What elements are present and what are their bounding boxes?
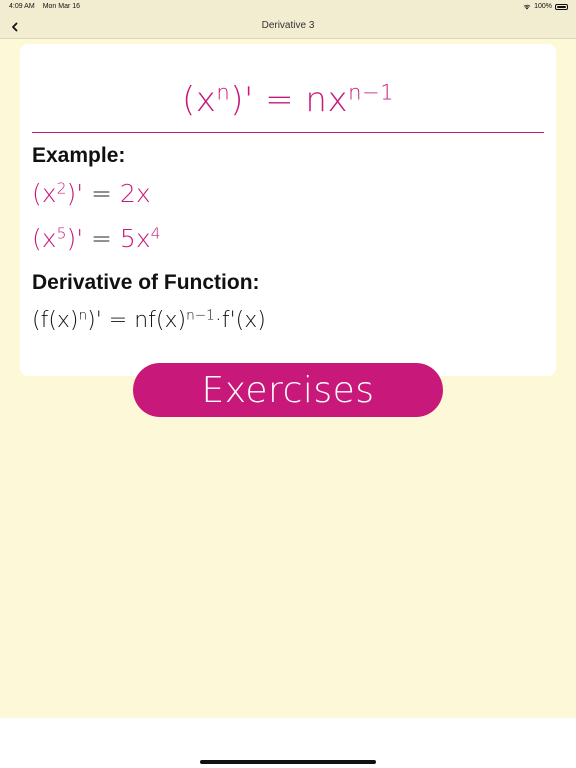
- home-indicator[interactable]: [200, 760, 376, 764]
- function-part-1: (f(x): [32, 308, 79, 333]
- example-lhs-close: )': [66, 224, 84, 253]
- formula-exponent: n: [216, 79, 231, 105]
- function-heading: Derivative of Function:: [32, 271, 260, 294]
- function-exponent-1: n: [78, 307, 88, 324]
- example-lhs-close: )': [66, 179, 84, 208]
- navigation-bar: Derivative 3: [0, 16, 576, 39]
- exercises-button[interactable]: Exercises: [133, 363, 443, 417]
- example-equals: =: [83, 179, 120, 208]
- divider: [32, 132, 544, 133]
- formula-base: (x: [181, 80, 217, 120]
- example-lhs-exponent: 5: [56, 224, 67, 243]
- example-rhs-exponent: 4: [150, 224, 161, 243]
- example-lhs-exponent: 2: [56, 179, 67, 198]
- example-heading: Example:: [32, 144, 126, 167]
- bottom-area: [0, 718, 576, 768]
- example-line: (x5)' = 5x4: [32, 224, 161, 253]
- status-time: 4:09 AM: [9, 3, 35, 10]
- wifi-icon: [523, 4, 531, 9]
- battery-percent: 100%: [534, 3, 552, 10]
- power-rule-formula: (xn)' = nxn−1: [20, 80, 556, 120]
- example-rhs: 2x: [119, 179, 151, 208]
- main-content: (xn)' = nxn−1 Example: (x2)' = 2x (x5)' …: [0, 39, 576, 718]
- function-part-3: ·f'(x): [214, 308, 266, 333]
- page-title: Derivative 3: [261, 20, 315, 31]
- function-exponent-2: n−1: [186, 307, 215, 324]
- chain-rule-formula: (f(x)n)' = nf(x)n−1·f'(x): [32, 308, 266, 333]
- example-lhs-open: (x: [32, 224, 57, 253]
- status-bar: 4:09 AM Mon Mar 16 100%: [0, 0, 576, 16]
- example-rhs: 5x: [119, 224, 151, 253]
- formula-result: = nx: [253, 80, 349, 120]
- battery-fill: [557, 5, 566, 8]
- example-equals: =: [83, 224, 120, 253]
- formula-result-exponent: n−1: [348, 79, 395, 105]
- formula-close: )': [230, 80, 254, 120]
- battery-icon: [555, 3, 568, 10]
- rule-card: (xn)' = nxn−1 Example: (x2)' = 2x (x5)' …: [20, 44, 556, 376]
- status-date: Mon Mar 16: [42, 3, 81, 10]
- function-part-2: )' = nf(x): [87, 308, 187, 333]
- example-lhs-open: (x: [32, 179, 57, 208]
- example-line: (x2)' = 2x: [32, 179, 151, 208]
